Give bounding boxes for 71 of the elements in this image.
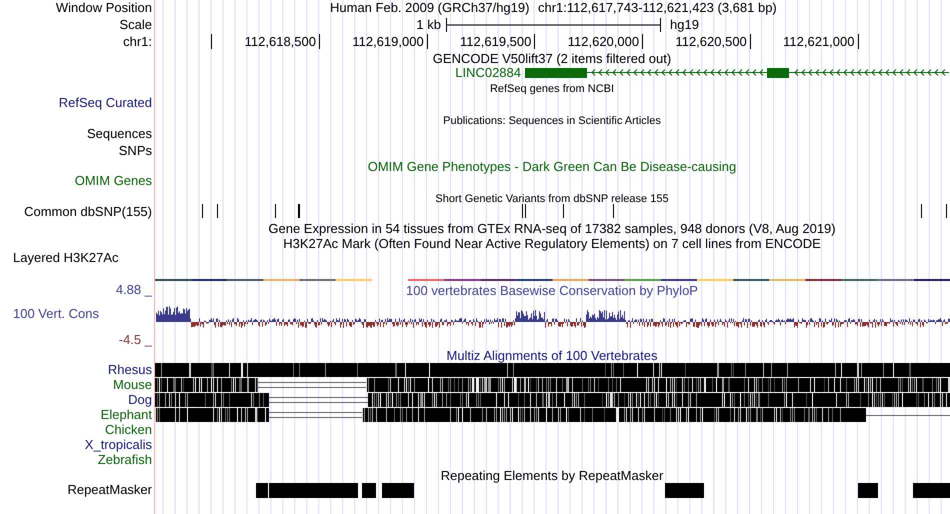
- snp-mark[interactable]: [613, 204, 614, 218]
- track-title: Repeating Elements by RepeatMasker: [440, 468, 664, 483]
- snp-mark[interactable]: [298, 204, 300, 218]
- tick-mark: [858, 34, 859, 50]
- track-label[interactable]: Dog: [128, 392, 152, 407]
- track-label[interactable]: chr1:: [123, 34, 152, 49]
- repeat-block[interactable]: [665, 483, 704, 498]
- track-title: 100 vertebrates Basewise Conservation by PhyloP: [406, 283, 698, 298]
- alignment-row[interactable]: [155, 408, 950, 422]
- snp-mark[interactable]: [563, 204, 564, 218]
- tick-mark: [750, 34, 751, 50]
- scale-assembly-label: hg19: [670, 17, 699, 32]
- tick-mark: [642, 34, 643, 50]
- snp-mark[interactable]: [275, 204, 276, 218]
- snp-mark[interactable]: [921, 204, 922, 218]
- conservation-graph-drawing[interactable]: [156, 306, 950, 328]
- position-title: chr1:112,617,743-112,621,423 (3,681 bp): [538, 0, 777, 15]
- alignment-row[interactable]: [155, 378, 950, 392]
- track-label[interactable]: Layered H3K27Ac: [13, 250, 119, 265]
- track-label[interactable]: RefSeq Curated: [58, 95, 152, 110]
- track-title: H3K27Ac Mark (Often Found Near Active Regulatory Elements) on 7 cell lines from ENCODE: [283, 236, 821, 251]
- tick-mark: [534, 34, 535, 50]
- snp-mark[interactable]: [946, 204, 947, 218]
- alignment-row[interactable]: [155, 363, 950, 377]
- ruler-label: 112,620,500: [675, 34, 747, 49]
- track-title: RefSeq genes from NCBI: [490, 83, 614, 95]
- repeat-block[interactable]: [256, 483, 268, 498]
- track-label[interactable]: Common dbSNP(155): [24, 204, 152, 219]
- track-label[interactable]: X_tropicalis: [84, 437, 152, 452]
- alignment-row[interactable]: [155, 393, 950, 407]
- ruler-label: 112,619,000: [352, 34, 424, 49]
- track-title: Gene Expression in 54 tissues from GTEx RNA-seq of 17382 samples, 948 donors (V8, Aug 2019): [268, 221, 836, 236]
- repeat-block[interactable]: [382, 483, 414, 498]
- tick-mark: [319, 34, 320, 50]
- track-label[interactable]: Scale: [119, 17, 152, 32]
- snp-mark[interactable]: [217, 204, 218, 218]
- track-label[interactable]: Rhesus: [108, 362, 152, 377]
- repeat-block[interactable]: [362, 483, 376, 498]
- track-label[interactable]: Sequences: [86, 126, 152, 141]
- ruler-label: 112,620,000: [568, 34, 640, 49]
- assembly-title: Human Feb. 2009 (GRCh37/hg19): [330, 0, 530, 15]
- tick-mark: [211, 34, 212, 50]
- track-label[interactable]: OMIM Genes: [74, 173, 152, 188]
- ruler-label: 112,618,500: [244, 34, 316, 49]
- gene-drawing[interactable]: [524, 68, 950, 78]
- gene-label[interactable]: LINC02884: [455, 65, 521, 80]
- ruler-label: 112,619,500: [460, 34, 532, 49]
- track-title: OMIM Gene Phenotypes - Dark Green Can Be Disease-causing: [368, 159, 736, 174]
- track-label[interactable]: 100 Vert. Cons: [13, 306, 99, 321]
- track-label[interactable]: SNPs: [118, 143, 152, 158]
- snp-mark[interactable]: [522, 204, 523, 218]
- track-label[interactable]: 4.88 _: [116, 282, 152, 297]
- track-title: Short Genetic Variants from dbSNP release 155: [435, 193, 669, 205]
- snp-mark[interactable]: [202, 204, 203, 218]
- track-title: Multiz Alignments of 100 Vertebrates: [446, 348, 658, 363]
- track-label[interactable]: Window Position: [56, 0, 152, 15]
- track-title: Publications: Sequences in Scientific Articles: [443, 115, 661, 127]
- track-label[interactable]: -4.5 _: [118, 332, 152, 347]
- tick-mark: [427, 34, 428, 50]
- track-label[interactable]: RepeatMasker: [67, 482, 152, 497]
- track-title: GENCODE V50lift37 (2 items filtered out): [432, 51, 672, 66]
- track-label[interactable]: Elephant: [100, 407, 152, 422]
- ruler-label: 112,621,000: [783, 34, 854, 49]
- track-label[interactable]: Mouse: [112, 377, 152, 392]
- repeat-block[interactable]: [913, 483, 950, 498]
- track-label[interactable]: Zebrafish: [98, 452, 152, 467]
- scale-label: 1 kb: [416, 17, 441, 32]
- repeat-block[interactable]: [269, 483, 358, 498]
- snp-mark[interactable]: [525, 204, 526, 218]
- repeat-block[interactable]: [858, 483, 878, 498]
- track-label[interactable]: Chicken: [105, 422, 152, 437]
